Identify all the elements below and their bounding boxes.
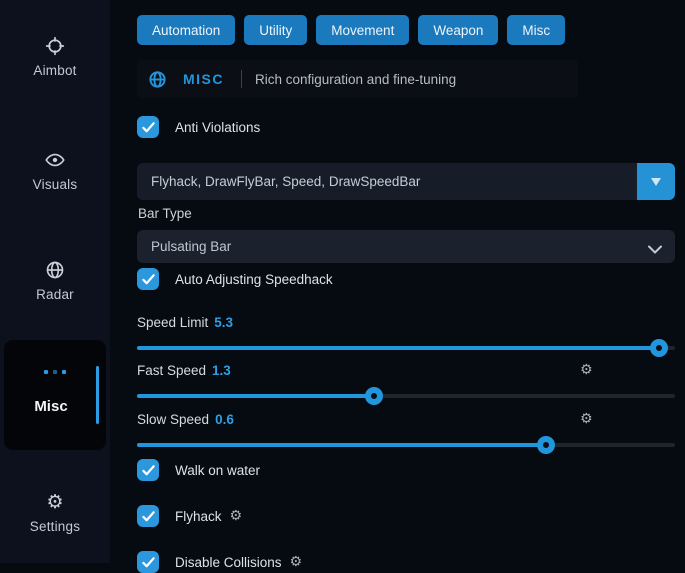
globe-icon <box>45 260 65 280</box>
divider <box>241 70 242 88</box>
section-subtitle: Rich configuration and fine-tuning <box>255 72 456 87</box>
checkbox-checked-icon[interactable] <box>137 505 159 527</box>
fast-speed-label: Fast Speed1.3 <box>137 363 231 378</box>
section-title: MISC <box>183 71 224 87</box>
tab-weapon[interactable]: Weapon <box>418 15 498 45</box>
flyhack-label: Flyhack <box>175 509 222 524</box>
checkbox-checked-icon[interactable] <box>137 116 159 138</box>
chevron-down-icon <box>648 242 662 251</box>
slider-fill <box>137 443 546 447</box>
sidebar-item-label: Aimbot <box>33 63 76 78</box>
slider-fill <box>137 394 374 398</box>
tab-movement[interactable]: Movement <box>316 15 409 45</box>
bars-multiselect[interactable]: Flyhack, DrawFlyBar, Speed, DrawSpeedBar <box>137 163 675 200</box>
slow-speed-value: 0.6 <box>215 412 234 427</box>
anti-violations-toggle[interactable]: Anti Violations <box>137 116 260 138</box>
fast-speed-value: 1.3 <box>212 363 231 378</box>
checkbox-checked-icon[interactable] <box>137 459 159 481</box>
slow-speed-gear-icon[interactable]: ⚙ <box>580 412 593 426</box>
bars-multiselect-value: Flyhack, DrawFlyBar, Speed, DrawSpeedBar <box>151 174 420 189</box>
bar-type-label: Bar Type <box>138 206 192 221</box>
auto-adjusting-label: Auto Adjusting Speedhack <box>175 272 333 287</box>
walk-on-water-toggle[interactable]: Walk on water <box>137 459 260 481</box>
fast-speed-slider[interactable] <box>137 387 675 405</box>
sidebar-item-aimbot[interactable]: Aimbot <box>0 36 110 78</box>
sidebar: Aimbot Visuals Radar Misc ⚙ Settings <box>0 0 110 563</box>
sidebar-item-label: Radar <box>36 287 74 302</box>
sidebar-item-label: Settings <box>30 519 80 534</box>
checkbox-checked-icon[interactable] <box>137 551 159 573</box>
disable-collisions-toggle[interactable]: Disable Collisions ⚙ <box>137 551 302 573</box>
tab-utility[interactable]: Utility <box>244 15 307 45</box>
main-panel: Automation Utility Movement Weapon Misc … <box>110 0 685 563</box>
slider-fill <box>137 346 659 350</box>
disable-collisions-label: Disable Collisions <box>175 555 282 570</box>
anti-violations-label: Anti Violations <box>175 120 260 135</box>
tab-automation[interactable]: Automation <box>137 15 235 45</box>
dropdown-button[interactable] <box>637 163 675 200</box>
flyhack-toggle[interactable]: Flyhack ⚙ <box>137 505 242 527</box>
globe-icon <box>148 70 167 89</box>
gear-icon: ⚙ <box>45 492 65 512</box>
speed-limit-value: 5.3 <box>214 315 233 330</box>
slider-thumb[interactable] <box>537 436 555 454</box>
fast-speed-gear-icon[interactable]: ⚙ <box>580 363 593 377</box>
slider-thumb[interactable] <box>650 339 668 357</box>
speed-limit-label: Speed Limit5.3 <box>137 315 233 330</box>
sidebar-item-label: Visuals <box>33 177 78 192</box>
category-tabs: Automation Utility Movement Weapon Misc <box>137 15 565 45</box>
crosshair-icon <box>45 36 65 56</box>
checkbox-checked-icon[interactable] <box>137 268 159 290</box>
sidebar-item-visuals[interactable]: Visuals <box>0 150 110 192</box>
triangle-down-icon <box>650 177 662 187</box>
sidebar-item-misc[interactable]: Misc <box>4 340 106 450</box>
sidebar-item-radar[interactable]: Radar <box>0 260 110 302</box>
sidebar-item-settings[interactable]: ⚙ Settings <box>0 492 110 534</box>
bar-type-value: Pulsating Bar <box>151 239 231 254</box>
eye-icon <box>45 150 65 170</box>
slow-speed-label: Slow Speed0.6 <box>137 412 234 427</box>
auto-adjusting-toggle[interactable]: Auto Adjusting Speedhack <box>137 268 333 290</box>
speed-limit-slider[interactable] <box>137 339 675 357</box>
slider-thumb[interactable] <box>365 387 383 405</box>
sidebar-item-label: Misc <box>4 398 98 415</box>
disable-collisions-gear-icon[interactable]: ⚙ <box>290 555 303 569</box>
ellipsis-icon <box>4 370 106 374</box>
slow-speed-slider[interactable] <box>137 436 675 454</box>
tab-misc[interactable]: Misc <box>507 15 565 45</box>
bar-type-select[interactable]: Pulsating Bar <box>137 230 675 263</box>
selected-indicator <box>96 366 99 424</box>
walk-on-water-label: Walk on water <box>175 463 260 478</box>
flyhack-gear-icon[interactable]: ⚙ <box>230 509 243 523</box>
section-header: MISC Rich configuration and fine-tuning <box>137 60 578 98</box>
